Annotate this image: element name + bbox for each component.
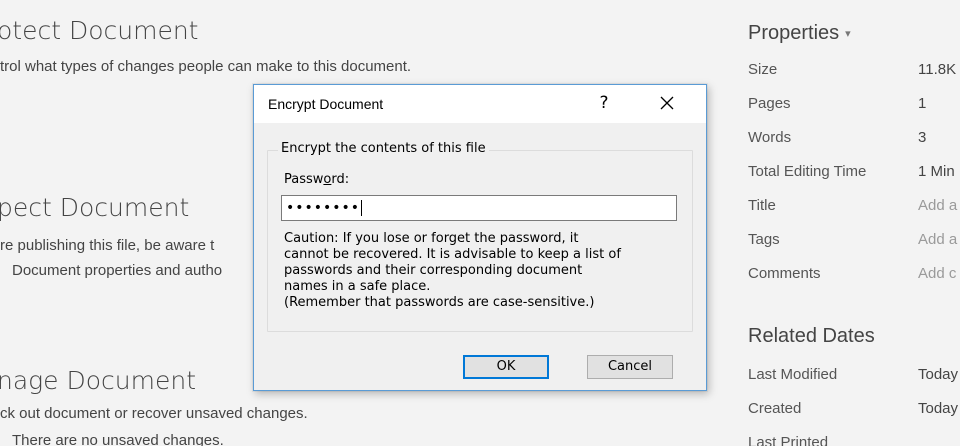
caution-text: Caution: If you lose or forget the passw… <box>284 231 684 311</box>
property-row: Title Add a <box>748 197 960 217</box>
property-label: Created <box>748 400 802 417</box>
property-row: Size 11.8K <box>748 61 960 81</box>
property-value[interactable]: Add a <box>918 231 957 248</box>
password-label: Password: <box>284 172 349 187</box>
property-row: Total Editing Time 1 Min <box>748 163 960 183</box>
property-value: 1 <box>918 95 927 112</box>
property-value[interactable]: Add c <box>918 265 956 282</box>
property-label: Last Modified <box>748 366 838 383</box>
password-label-pre: Passw <box>284 172 324 187</box>
property-label: Size <box>748 61 778 78</box>
properties-title-label: Properties <box>748 22 840 44</box>
text-cursor <box>361 200 363 216</box>
password-value: •••••••• <box>286 200 361 216</box>
property-label: Last Printed <box>748 434 829 446</box>
caution-line: cannot be recovered. It is advisable to … <box>284 247 621 262</box>
property-row: Tags Add a <box>748 231 960 251</box>
property-value: Today <box>918 366 959 383</box>
inspect-document-title[interactable]: pect Document <box>0 193 189 222</box>
caution-line: passwords and their corresponding docume… <box>284 263 583 278</box>
encrypt-document-dialog: Encrypt Document ? Encrypt the contents … <box>253 84 707 391</box>
dialog-titlebar[interactable]: Encrypt Document ? <box>254 85 706 123</box>
property-value: Today <box>918 400 959 417</box>
related-dates-title: Related Dates <box>748 325 875 347</box>
properties-panel: Properties ▾ Size 11.8K Pages 1 Words 3 Total E… <box>748 0 960 446</box>
close-icon <box>660 96 674 110</box>
property-row: Comments Add c <box>748 265 960 285</box>
password-input[interactable]: •••••••• <box>281 195 677 221</box>
property-value[interactable]: Add a <box>918 197 957 214</box>
property-label: Words <box>748 129 792 146</box>
ok-button[interactable]: OK <box>463 355 549 379</box>
manage-document-desc-1: ck out document or recover unsaved chang… <box>0 405 308 422</box>
property-row: Last Modified Today <box>748 366 960 386</box>
property-label: Total Editing Time <box>748 163 867 180</box>
manage-document-desc-2: There are no unsaved changes. <box>12 432 224 446</box>
password-label-post: rd: <box>331 172 350 187</box>
properties-title[interactable]: Properties ▾ <box>748 22 851 45</box>
protect-document-desc: trol what types of changes people can ma… <box>0 58 412 75</box>
chevron-down-icon[interactable]: ▾ <box>845 28 851 40</box>
group-legend: Encrypt the contents of this file <box>278 141 489 156</box>
caution-line: names in a safe place. <box>284 279 431 294</box>
property-row: Pages 1 <box>748 95 960 115</box>
dialog-title: Encrypt Document <box>268 96 384 112</box>
property-label: Tags <box>748 231 780 248</box>
caution-line: Caution: If you lose or forget the passw… <box>284 231 579 246</box>
property-label: Comments <box>748 265 821 282</box>
cancel-button[interactable]: Cancel <box>587 355 673 379</box>
property-row: Last Printed <box>748 434 960 446</box>
property-value: 1 Min <box>918 163 955 180</box>
inspect-document-desc-2: Document properties and autho <box>12 262 223 279</box>
inspect-document-desc-1: re publishing this file, be aware t <box>0 237 215 254</box>
property-label: Title <box>748 197 776 214</box>
property-row: Created Today <box>748 400 960 420</box>
property-row: Words 3 <box>748 129 960 149</box>
protect-document-title[interactable]: otect Document <box>0 16 199 45</box>
property-label: Pages <box>748 95 791 112</box>
property-value: 11.8K <box>918 61 957 78</box>
manage-document-title[interactable]: nage Document <box>0 366 196 395</box>
help-button[interactable]: ? <box>592 91 616 115</box>
caution-line: (Remember that passwords are case-sensit… <box>284 295 595 310</box>
close-button[interactable] <box>654 91 680 117</box>
property-value: 3 <box>918 129 927 146</box>
